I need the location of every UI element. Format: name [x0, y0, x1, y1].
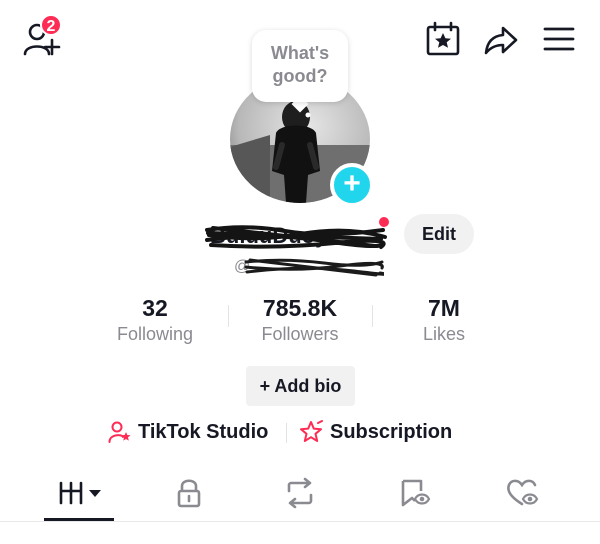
menu-icon: [543, 27, 575, 51]
private-lock-icon: [177, 479, 201, 508]
add-bio-button[interactable]: + Add bio: [246, 366, 355, 406]
videos-grid-icon: [59, 481, 101, 505]
likes-count: 7M: [428, 295, 460, 321]
share-button[interactable]: [483, 22, 519, 58]
name-redaction-scribble: [205, 225, 387, 249]
following-stat[interactable]: 32 Following: [85, 294, 225, 346]
subscription-star-icon: [300, 420, 323, 442]
subscription-link[interactable]: Subscription: [298, 420, 452, 444]
followers-count: 785.8K: [262, 295, 338, 321]
username-redaction-scribble: [244, 258, 384, 277]
notification-badge: 2: [40, 14, 62, 36]
likes-stat[interactable]: 7M Likes: [374, 294, 514, 346]
tab-videos[interactable]: [49, 476, 109, 510]
repost-icon: [287, 477, 313, 509]
liked-icon: [507, 479, 539, 506]
following-label: Following: [116, 324, 194, 344]
creator-calendar-button[interactable]: [424, 20, 462, 58]
following-count: 32: [142, 295, 168, 321]
tiktok-studio-label: TikTok Studio: [138, 420, 269, 443]
stat-divider: [372, 305, 373, 327]
subscription-label: Subscription: [330, 420, 453, 443]
tiktok-studio-link[interactable]: TikTok Studio: [108, 420, 268, 444]
link-divider: [286, 423, 287, 443]
creator-calendar-icon: [426, 21, 460, 56]
bubble-text-line2: good?: [272, 66, 328, 86]
bubble-text-line1: What's: [270, 43, 330, 63]
menu-button[interactable]: [542, 24, 576, 54]
tab-private[interactable]: [159, 476, 219, 510]
share-icon: [484, 26, 518, 55]
favorites-icon: [401, 479, 431, 507]
tab-bar-divider: [0, 521, 600, 522]
edit-profile-button[interactable]: Edit: [404, 214, 474, 254]
tab-favorites[interactable]: [384, 476, 444, 510]
new-indicator-dot: [379, 217, 389, 227]
likes-label: Likes: [422, 324, 466, 344]
tab-liked[interactable]: [493, 476, 553, 510]
add-avatar-button[interactable]: +: [330, 163, 374, 207]
status-bubble[interactable]: What's good?: [252, 30, 348, 102]
tab-reposts[interactable]: [270, 476, 330, 510]
stat-divider: [228, 305, 229, 327]
followers-stat[interactable]: 785.8K Followers: [230, 294, 370, 346]
studio-person-icon: [108, 421, 131, 443]
followers-label: Followers: [261, 324, 339, 344]
